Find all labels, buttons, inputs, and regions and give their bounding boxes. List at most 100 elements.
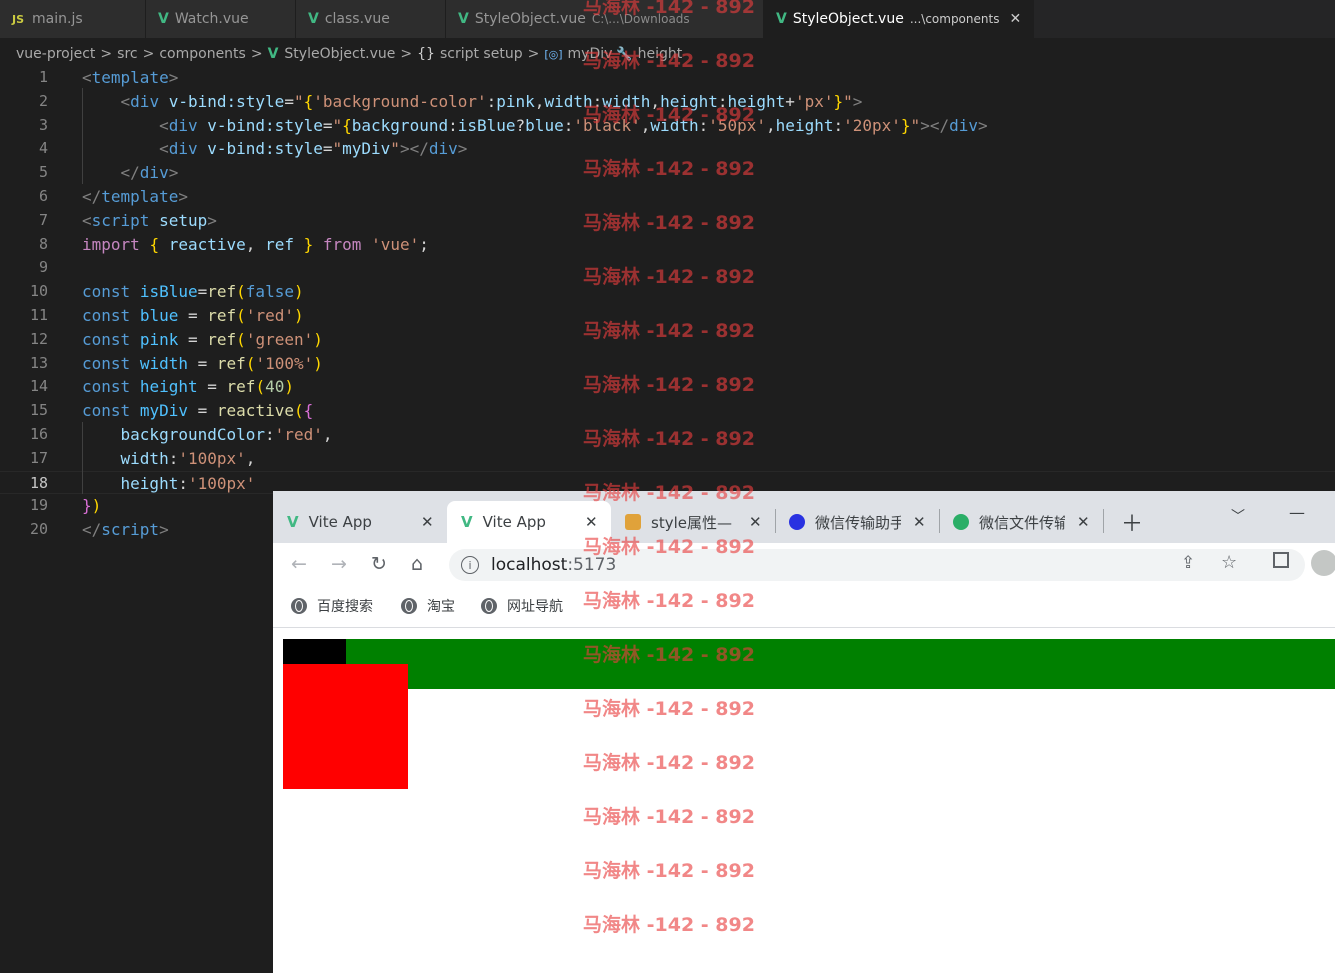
close-tab-icon[interactable]: ✕ — [1077, 513, 1090, 531]
code-line[interactable]: 7 <script setup> — [0, 209, 1335, 233]
bookmark-item[interactable]: 百度搜索 — [291, 596, 373, 616]
variable-symbol-icon: [◎] — [544, 47, 563, 61]
code-line[interactable]: 11 const blue = ref('red') — [0, 304, 1335, 328]
chevron-right-icon: > — [142, 46, 155, 62]
breadcrumb: vue-project > src > components > V Style… — [0, 40, 1335, 68]
editor-tab[interactable]: V StyleObject.vue C:\...\Downloads — [446, 0, 764, 38]
editor-tab-label: Watch.vue — [174, 11, 249, 27]
code-text: <template> — [82, 68, 179, 87]
browser-tab-label: style属性— — [651, 513, 732, 532]
code-line[interactable]: 8 import { reactive, ref } from 'vue'; — [0, 233, 1335, 257]
browser-tab-label: Vite App — [482, 513, 546, 531]
tab-search-chevron-icon[interactable]: ﹀ — [1231, 495, 1245, 537]
code-line[interactable]: 12 const pink = ref('green') — [0, 328, 1335, 352]
code-line[interactable]: 9 — [0, 256, 1335, 280]
tab-divider — [1103, 509, 1104, 533]
profile-avatar[interactable] — [1311, 550, 1335, 576]
editor-tab[interactable]: JS main.js — [0, 0, 146, 38]
vite-icon: V — [461, 513, 473, 531]
vue-file-icon: V — [458, 11, 469, 27]
breadcrumb-item-file[interactable]: StyleObject.vue — [284, 46, 395, 62]
code-text: const pink = ref('green') — [82, 329, 323, 349]
code-line[interactable]: 17 width:'100px', — [0, 447, 1335, 471]
code-line[interactable]: 5 </div> — [0, 161, 1335, 185]
home-icon[interactable]: ⌂ — [411, 553, 423, 575]
breadcrumb-item-components[interactable]: components — [159, 46, 246, 62]
close-tab-icon[interactable]: ✕ — [421, 513, 434, 531]
indent-guide — [82, 88, 84, 184]
browser-tab-strip: V Vite App ✕ V Vite App ✕ style属性— ✕ 微信传… — [273, 491, 1335, 543]
editor-tab-label: main.js — [32, 11, 83, 27]
code-line[interactable]: 15 const myDiv = reactive({ — [0, 399, 1335, 423]
braces-icon: {} — [417, 46, 435, 62]
editor-tab[interactable]: V Watch.vue — [146, 0, 296, 38]
editor-tab-path: C:\...\Downloads — [591, 12, 690, 26]
close-tab-icon[interactable]: ✕ — [749, 513, 762, 531]
code-line[interactable]: 14 const height = ref(40) — [0, 375, 1335, 399]
code-text: </div> — [120, 163, 179, 183]
line-number: 5 — [38, 163, 48, 182]
code-text: const height = ref(40) — [82, 377, 294, 397]
side-panel-icon[interactable] — [1273, 552, 1289, 568]
new-tab-button[interactable]: ＋ — [1121, 501, 1143, 543]
close-tab-icon[interactable]: ✕ — [913, 513, 926, 531]
vue-file-icon: V — [158, 11, 169, 27]
back-icon[interactable]: ← — [291, 553, 307, 575]
site-info-icon[interactable]: i — [461, 556, 479, 574]
browser-tab[interactable]: V Vite App ✕ — [287, 501, 447, 543]
browser-tab-label: Vite App — [308, 513, 372, 531]
minimize-icon[interactable]: — — [1289, 491, 1305, 533]
close-icon[interactable]: ✕ — [1009, 11, 1021, 27]
share-icon[interactable]: ⇪ — [1181, 553, 1195, 573]
forward-icon[interactable]: → — [331, 553, 347, 575]
tab-divider — [939, 509, 940, 533]
js-file-icon: JS — [12, 12, 25, 26]
bookmark-item[interactable]: 网址导航 — [481, 596, 563, 616]
breadcrumb-item-script-setup[interactable]: script setup — [440, 46, 523, 62]
bookmark-item[interactable]: 淘宝 — [401, 596, 455, 616]
address-bar[interactable]: i localhost:5173 ⇪ ☆ — [449, 549, 1305, 581]
star-icon[interactable]: ☆ — [1221, 552, 1237, 573]
editor-tab-active[interactable]: V StyleObject.vue ...\components ✕ — [764, 0, 1035, 38]
code-text: height:'100px' — [120, 473, 256, 493]
vite-icon: V — [287, 513, 299, 531]
editor-tab-label: StyleObject.vue — [474, 11, 586, 27]
browser-toolbar: ← → ↻ ⌂ i localhost:5173 ⇪ ☆ — [273, 543, 1335, 587]
code-line[interactable]: 10 const isBlue=ref(false) — [0, 280, 1335, 304]
line-number: 20 — [29, 520, 48, 539]
breadcrumb-item-project[interactable]: vue-project — [16, 46, 95, 62]
line-number: 19 — [29, 496, 48, 515]
code-line[interactable]: 16 backgroundColor:'red', — [0, 423, 1335, 447]
line-number: 9 — [38, 258, 48, 277]
breadcrumb-item-mydiv[interactable]: myDiv — [568, 46, 613, 62]
code-editor[interactable]: 1 <template> 2 <div v-bind:style="{'backgr… — [0, 66, 1335, 542]
breadcrumb-item-height[interactable]: height — [638, 46, 683, 62]
browser-tab[interactable]: 微信文件传输 ✕ — [953, 501, 1103, 543]
browser-tab-active[interactable]: V Vite App ✕ — [447, 501, 611, 543]
code-line[interactable]: 13 const width = ref('100%') — [0, 352, 1335, 376]
code-line[interactable]: 4 <div v-bind:style="myDiv"></div> — [0, 137, 1335, 161]
browser-tab[interactable]: 微信传输助手 ✕ — [789, 501, 939, 543]
code-line[interactable]: 3 <div v-bind:style="{background:isBlue?… — [0, 114, 1335, 138]
code-text: import { reactive, ref } from 'vue'; — [82, 234, 429, 254]
browser-tab[interactable]: style属性— ✕ — [625, 501, 775, 543]
bookmark-label: 百度搜索 — [317, 599, 373, 615]
code-line[interactable]: 6 </template> — [0, 185, 1335, 209]
code-text: const blue = ref('red') — [82, 305, 304, 325]
code-text: </template> — [82, 186, 188, 206]
line-number: 12 — [29, 329, 48, 348]
bookmarks-bar: 百度搜索 淘宝 网址导航 — [273, 587, 1335, 628]
editor-tab[interactable]: Vclass.vue — [296, 0, 446, 38]
code-line[interactable]: 2 <div v-bind:style="{'background-color'… — [0, 90, 1335, 114]
chevron-right-icon: > — [400, 46, 413, 62]
reload-icon[interactable]: ↻ — [371, 553, 387, 575]
code-text: const width = ref('100%') — [82, 353, 323, 373]
red-inner-div — [283, 664, 408, 789]
close-tab-icon[interactable]: ✕ — [585, 513, 598, 531]
indent-guide — [82, 422, 84, 494]
property-wrench-icon: 🔧 — [616, 46, 633, 62]
editor-tab-label: class.vue — [324, 11, 390, 27]
code-line[interactable]: 1 <template> — [0, 66, 1335, 90]
chevron-right-icon: > — [250, 46, 263, 62]
breadcrumb-item-src[interactable]: src — [117, 46, 137, 62]
